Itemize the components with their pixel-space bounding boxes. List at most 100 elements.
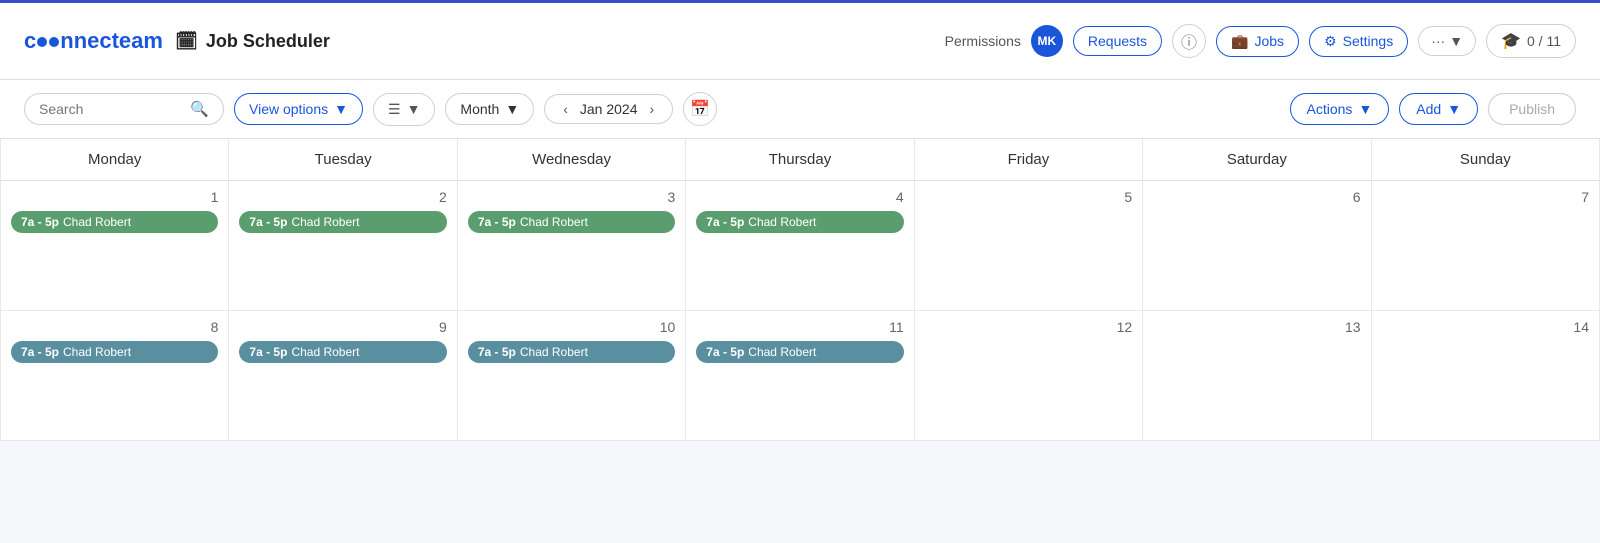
cell-date-number: 10 [468, 319, 675, 335]
date-navigation: ‹ Jan 2024 › [544, 94, 673, 124]
calendar-cell-5[interactable]: 5 [915, 181, 1143, 311]
day-header-friday: Friday [915, 139, 1143, 180]
shift-time: 7a - 5p [249, 345, 287, 359]
cell-date-number: 5 [925, 189, 1132, 205]
cell-date-number: 9 [239, 319, 446, 335]
cell-date-number: 1 [11, 189, 218, 205]
search-icon: 🔍 [190, 100, 209, 118]
jobs-icon: 💼 [1231, 33, 1248, 50]
shift-time: 7a - 5p [478, 345, 516, 359]
badge-icon: 🎓 [1501, 31, 1521, 51]
shift-badge[interactable]: 7a - 5p Chad Robert [239, 341, 446, 363]
search-input[interactable] [39, 101, 182, 117]
calendar: Monday Tuesday Wednesday Thursday Friday… [0, 139, 1600, 441]
info-icon-button[interactable]: ⓘ [1172, 24, 1206, 58]
permissions-label: Permissions [945, 33, 1021, 49]
current-month-label: Jan 2024 [580, 101, 638, 117]
calendar-picker-button[interactable]: 📅 [683, 92, 717, 126]
chevron-down-icon: ▼ [1358, 101, 1372, 117]
shift-name: Chad Robert [520, 215, 588, 229]
day-header-monday: Monday [1, 139, 229, 180]
shift-name: Chad Robert [63, 345, 131, 359]
calendar-cell-9[interactable]: 9 7a - 5p Chad Robert [229, 311, 457, 441]
cell-date-number: 8 [11, 319, 218, 335]
logo-text: cnnecteam [24, 28, 163, 53]
calendar-cell-8[interactable]: 8 7a - 5p Chad Robert [1, 311, 229, 441]
calendar-grid: 1 7a - 5p Chad Robert 2 7a - 5p Chad Robert 3 7… [0, 181, 1600, 441]
cell-date-number: 6 [1153, 189, 1360, 205]
month-selector[interactable]: Month ▼ [445, 93, 534, 125]
chevron-down-icon: ▼ [505, 101, 519, 117]
shift-name: Chad Robert [63, 215, 131, 229]
shift-time: 7a - 5p [249, 215, 287, 229]
shift-badge[interactable]: 7a - 5p Chad Robert [468, 211, 675, 233]
toolbar-right-actions: Actions ▼ Add ▼ Publish [1290, 93, 1576, 125]
avatar[interactable]: MK [1031, 25, 1063, 57]
shift-time: 7a - 5p [478, 215, 516, 229]
calendar-cell-14[interactable]: 14 [1372, 311, 1600, 441]
day-header-tuesday: Tuesday [229, 139, 457, 180]
scheduler-icon: 🗓 [175, 31, 198, 52]
day-header-saturday: Saturday [1143, 139, 1371, 180]
shift-name: Chad Robert [520, 345, 588, 359]
cell-date-number: 14 [1382, 319, 1589, 335]
chevron-down-icon: ▼ [407, 101, 421, 117]
day-header-sunday: Sunday [1372, 139, 1600, 180]
calendar-day-headers: Monday Tuesday Wednesday Thursday Friday… [0, 139, 1600, 181]
settings-button[interactable]: ⚙ Settings [1309, 26, 1408, 57]
filter-button[interactable]: ☰ ▼ [373, 93, 435, 126]
notification-badge[interactable]: 🎓 0 / 11 [1486, 24, 1576, 58]
app-header: cnnecteam 🗓 Job Scheduler Permissions MK… [0, 0, 1600, 80]
shift-badge[interactable]: 7a - 5p Chad Robert [239, 211, 446, 233]
shift-name: Chad Robert [748, 215, 816, 229]
calendar-cell-12[interactable]: 12 [915, 311, 1143, 441]
cell-date-number: 2 [239, 189, 446, 205]
header-right: Permissions MK Requests ⓘ 💼 Jobs ⚙ Setti… [945, 24, 1576, 58]
add-button[interactable]: Add ▼ [1399, 93, 1478, 125]
settings-icon: ⚙ [1324, 33, 1337, 50]
search-box[interactable]: 🔍 [24, 93, 224, 125]
requests-button[interactable]: Requests [1073, 26, 1162, 56]
shift-time: 7a - 5p [706, 345, 744, 359]
shift-name: Chad Robert [291, 345, 359, 359]
shift-badge[interactable]: 7a - 5p Chad Robert [696, 341, 903, 363]
chevron-down-icon: ▼ [1447, 101, 1461, 117]
shift-badge[interactable]: 7a - 5p Chad Robert [11, 341, 218, 363]
calendar-cell-11[interactable]: 117a - 5pChad Robert [686, 311, 914, 441]
view-options-button[interactable]: View options ▼ [234, 93, 363, 125]
prev-month-button[interactable]: ‹ [559, 101, 572, 117]
cell-date-number: 7 [1382, 189, 1589, 205]
jobs-button[interactable]: 💼 Jobs [1216, 26, 1299, 57]
more-button[interactable]: ··· ▼ [1418, 26, 1476, 56]
shift-badge[interactable]: 7a - 5p Chad Robert [11, 211, 218, 233]
cell-date-number: 12 [925, 319, 1132, 335]
cell-date-number: 4 [696, 189, 903, 205]
calendar-cell-6[interactable]: 6 [1143, 181, 1371, 311]
calendar-cell-1[interactable]: 1 7a - 5p Chad Robert [1, 181, 229, 311]
cell-date-number: 13 [1153, 319, 1360, 335]
calendar-cell-4[interactable]: 4 7a - 5p Chad Robert [686, 181, 914, 311]
shift-time: 7a - 5p [21, 215, 59, 229]
day-header-wednesday: Wednesday [458, 139, 686, 180]
calendar-cell-3[interactable]: 3 7a - 5p Chad Robert [458, 181, 686, 311]
actions-button[interactable]: Actions ▼ [1290, 93, 1390, 125]
calendar-cell-10[interactable]: 10 7a - 5p Chad Robert [458, 311, 686, 441]
header-left: cnnecteam 🗓 Job Scheduler [24, 28, 330, 54]
shift-name: Chad Robert [291, 215, 359, 229]
shift-time: 7a - 5p [21, 345, 59, 359]
shift-badge[interactable]: 7a - 5p Chad Robert [696, 211, 903, 233]
next-month-button[interactable]: › [645, 101, 658, 117]
shift-time: 7a - 5p [706, 215, 744, 229]
shift-name: Chad Robert [748, 345, 816, 359]
calendar-cell-7[interactable]: 7 [1372, 181, 1600, 311]
cell-date-number: 3 [468, 189, 675, 205]
shift-badge[interactable]: 7a - 5p Chad Robert [468, 341, 675, 363]
publish-button[interactable]: Publish [1488, 93, 1576, 125]
toolbar: 🔍 View options ▼ ☰ ▼ Month ▼ ‹ Jan 2024 … [0, 80, 1600, 139]
logo[interactable]: cnnecteam [24, 28, 163, 54]
chevron-down-icon: ▼ [1449, 33, 1463, 49]
calendar-cell-2[interactable]: 2 7a - 5p Chad Robert [229, 181, 457, 311]
day-header-thursday: Thursday [686, 139, 914, 180]
calendar-cell-13[interactable]: 13 [1143, 311, 1371, 441]
chevron-down-icon: ▼ [334, 101, 348, 117]
